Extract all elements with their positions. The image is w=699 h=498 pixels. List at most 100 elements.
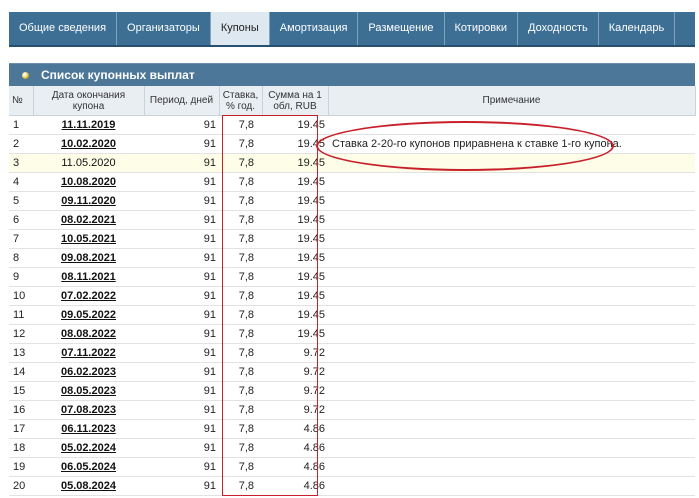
coupon-date-link[interactable]: 09.11.2020 xyxy=(33,191,144,211)
period-days: 91 xyxy=(144,229,219,249)
table-row: 9 08.11.2021 91 7,8 19.45 xyxy=(9,267,695,287)
tab-quotes[interactable]: Котировки xyxy=(445,12,519,45)
panel-title: Список купонных выплат xyxy=(41,68,195,82)
note-text xyxy=(328,343,695,363)
coupon-rate: 7,8 xyxy=(219,305,262,325)
row-number: 19 xyxy=(9,457,33,477)
coupon-sum: 19.45 xyxy=(262,191,328,211)
coupon-sum: 4.86 xyxy=(262,457,328,477)
coupon-sum: 19.45 xyxy=(262,210,328,230)
bullet-icon xyxy=(22,72,29,79)
coupon-date-link[interactable]: 08.11.2021 xyxy=(33,267,144,287)
coupon-date-link[interactable]: 11.11.2019 xyxy=(33,115,144,135)
coupon-rate: 7,8 xyxy=(219,134,262,154)
period-days: 91 xyxy=(144,248,219,268)
tab-general-info[interactable]: Общие сведения xyxy=(9,12,118,45)
coupon-sum: 19.45 xyxy=(262,134,328,154)
period-days: 91 xyxy=(144,419,219,439)
tab-amortization[interactable]: Амортизация xyxy=(270,12,359,45)
table-row: 19 06.05.2024 91 7,8 4.86 xyxy=(9,457,695,477)
note-text xyxy=(328,324,695,344)
coupon-date-link[interactable]: 09.08.2021 xyxy=(33,248,144,268)
coupon-date-link[interactable]: 10.02.2020 xyxy=(33,134,144,154)
coupon-sum: 9.72 xyxy=(262,343,328,363)
period-days: 91 xyxy=(144,286,219,306)
tab-placement[interactable]: Размещение xyxy=(358,12,445,45)
period-days: 91 xyxy=(144,153,219,173)
note-text xyxy=(328,400,695,420)
table-row: 6 08.02.2021 91 7,8 19.45 xyxy=(9,210,695,230)
coupon-date-link[interactable]: 08.08.2022 xyxy=(33,324,144,344)
coupon-date-link[interactable]: 06.11.2023 xyxy=(33,419,144,439)
note-text xyxy=(328,153,695,173)
table-row: 13 07.11.2022 91 7,8 9.72 xyxy=(9,343,695,363)
row-number: 12 xyxy=(9,324,33,344)
coupon-date-link[interactable]: 07.02.2022 xyxy=(33,286,144,306)
coupon-sum: 19.45 xyxy=(262,267,328,287)
row-number: 14 xyxy=(9,362,33,382)
header-sum: Сумма на 1 обл, RUB xyxy=(262,86,329,116)
row-number: 11 xyxy=(9,305,33,325)
row-number: 18 xyxy=(9,438,33,458)
table-row: 5 09.11.2020 91 7,8 19.45 xyxy=(9,191,695,211)
table-row: 3 11.05.2020 91 7,8 19.45 xyxy=(9,153,695,173)
coupon-rate: 7,8 xyxy=(219,457,262,477)
coupon-sum: 9.72 xyxy=(262,362,328,382)
note-text xyxy=(328,381,695,401)
period-days: 91 xyxy=(144,267,219,287)
coupon-date-link[interactable]: 05.08.2024 xyxy=(33,476,144,496)
table-row: 1 11.11.2019 91 7,8 19.45 xyxy=(9,115,695,135)
coupon-date-link[interactable]: 08.05.2023 xyxy=(33,381,144,401)
coupon-date-link[interactable]: 05.02.2024 xyxy=(33,438,144,458)
tab-bar: Общие сведения Организаторы Купоны Аморт… xyxy=(9,12,695,47)
coupon-rate: 7,8 xyxy=(219,381,262,401)
coupon-rate: 7,8 xyxy=(219,438,262,458)
row-number: 17 xyxy=(9,419,33,439)
period-days: 91 xyxy=(144,381,219,401)
table-row: 16 07.08.2023 91 7,8 9.72 xyxy=(9,400,695,420)
row-number: 4 xyxy=(9,172,33,192)
coupon-date-link[interactable]: 09.05.2022 xyxy=(33,305,144,325)
tab-organizers[interactable]: Организаторы xyxy=(117,12,211,45)
coupon-rate: 7,8 xyxy=(219,153,262,173)
period-days: 91 xyxy=(144,172,219,192)
note-text xyxy=(328,476,695,496)
table-row: 2 10.02.2020 91 7,8 19.45 Ставка 2-20-го купо… xyxy=(9,134,695,154)
row-number: 15 xyxy=(9,381,33,401)
period-days: 91 xyxy=(144,343,219,363)
row-number: 10 xyxy=(9,286,33,306)
coupon-date-link: 11.05.2020 xyxy=(33,153,144,173)
row-number: 5 xyxy=(9,191,33,211)
coupon-date-link[interactable]: 08.02.2021 xyxy=(33,210,144,230)
coupon-rate: 7,8 xyxy=(219,210,262,230)
table-row: 12 08.08.2022 91 7,8 19.45 xyxy=(9,324,695,344)
period-days: 91 xyxy=(144,362,219,382)
coupon-rate: 7,8 xyxy=(219,476,262,496)
row-number: 2 xyxy=(9,134,33,154)
coupon-rate: 7,8 xyxy=(219,343,262,363)
coupon-rate: 7,8 xyxy=(219,115,262,135)
tab-yield[interactable]: Доходность xyxy=(518,12,599,45)
coupon-sum: 19.45 xyxy=(262,305,328,325)
period-days: 91 xyxy=(144,191,219,211)
coupon-date-link[interactable]: 06.05.2024 xyxy=(33,457,144,477)
table-row: 4 10.08.2020 91 7,8 19.45 xyxy=(9,172,695,192)
period-days: 91 xyxy=(144,210,219,230)
coupon-date-link[interactable]: 07.11.2022 xyxy=(33,343,144,363)
note-text xyxy=(328,305,695,325)
note-text xyxy=(328,229,695,249)
coupon-date-link[interactable]: 10.05.2021 xyxy=(33,229,144,249)
tab-calendar[interactable]: Календарь xyxy=(599,12,676,45)
period-days: 91 xyxy=(144,115,219,135)
coupon-sum: 19.45 xyxy=(262,229,328,249)
header-note: Примечание xyxy=(328,86,696,116)
note-text xyxy=(328,172,695,192)
coupon-date-link[interactable]: 06.02.2023 xyxy=(33,362,144,382)
coupon-date-link[interactable]: 10.08.2020 xyxy=(33,172,144,192)
coupon-date-link[interactable]: 07.08.2023 xyxy=(33,400,144,420)
coupon-rate: 7,8 xyxy=(219,324,262,344)
coupon-sum: 19.45 xyxy=(262,248,328,268)
note-text xyxy=(328,362,695,382)
tab-coupons[interactable]: Купоны xyxy=(210,12,270,45)
coupon-rate: 7,8 xyxy=(219,419,262,439)
